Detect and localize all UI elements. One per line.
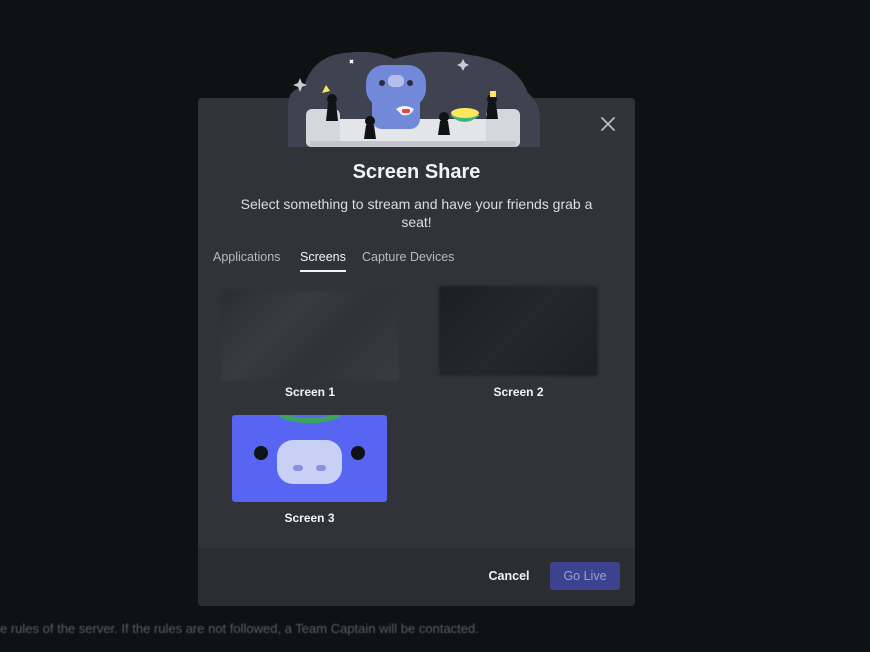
modal-title: Screen Share — [352, 161, 481, 183]
tab-capture-devices[interactable]: Capture Devices — [362, 250, 454, 270]
modal-subtitle: Select something to stream and have your… — [240, 196, 593, 230]
screen-3-label: Screen 3 — [284, 511, 335, 525]
screen-share-illustration — [288, 51, 540, 147]
screen-option-3[interactable]: Screen 3 — [232, 415, 387, 525]
tab-screens[interactable]: Screens — [300, 250, 346, 272]
close-icon — [601, 117, 615, 131]
screen-option-1[interactable]: Screen 1 — [221, 290, 399, 400]
cancel-button[interactable]: Cancel — [478, 562, 540, 590]
close-button[interactable] — [597, 113, 619, 135]
screen-option-2[interactable]: Screen 2 — [439, 286, 598, 400]
screen-3-thumbnail — [232, 415, 387, 502]
screen-1-thumbnail — [221, 290, 399, 382]
tab-applications[interactable]: Applications — [213, 250, 280, 270]
wumpus-face-icon — [254, 415, 365, 484]
sparkle-icon — [349, 59, 354, 64]
screen-2-label: Screen 2 — [493, 385, 544, 399]
screen-1-label: Screen 1 — [284, 385, 336, 399]
screen-share-stage: e rules of the server. If the rules are … — [0, 0, 870, 652]
go-live-button[interactable]: Go Live — [550, 562, 620, 590]
screen-2-thumbnail — [439, 286, 598, 376]
background-rules-text: e rules of the server. If the rules are … — [0, 621, 479, 636]
